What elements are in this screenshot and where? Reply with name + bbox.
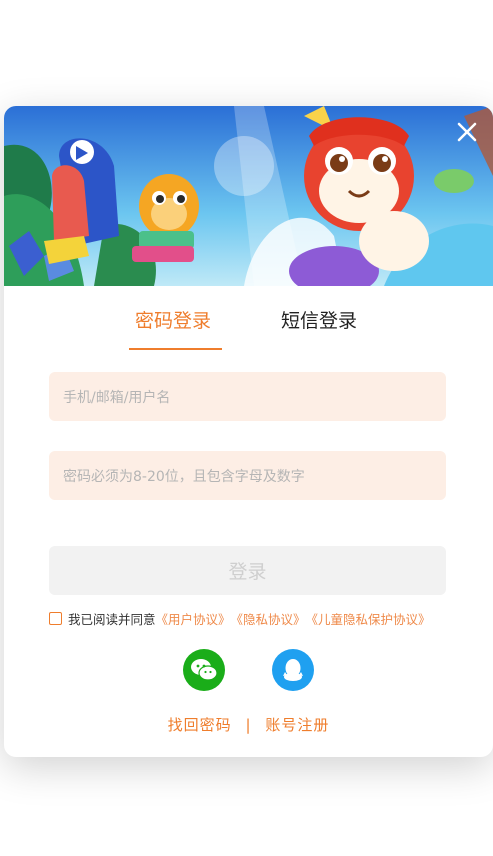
agreement-checkbox[interactable] xyxy=(49,611,62,625)
username-input[interactable]: 手机/邮箱/用户名 xyxy=(49,372,446,421)
tab-sms-login[interactable]: 短信登录 xyxy=(281,306,357,333)
banner-illustration xyxy=(4,106,493,286)
links-separator: | xyxy=(245,716,252,734)
privacy-agreement-link[interactable]: 《隐私协议》 xyxy=(231,609,306,628)
register-link[interactable]: 账号注册 xyxy=(265,716,329,734)
close-button[interactable] xyxy=(453,118,481,146)
qq-icon xyxy=(283,659,303,681)
agreement-row: 我已阅读并同意 《用户协议》 《隐私协议》 《儿童隐私保护协议》 xyxy=(49,608,431,628)
user-agreement-link[interactable]: 《用户协议》 xyxy=(156,609,231,628)
login-tabs: 密码登录 短信登录 xyxy=(4,306,493,356)
active-tab-indicator xyxy=(129,348,222,350)
wechat-login-button[interactable] xyxy=(183,649,225,691)
qq-login-button[interactable] xyxy=(272,649,314,691)
bottom-links: 找回密码 | 账号注册 xyxy=(4,714,493,735)
password-input[interactable]: 密码必须为8-20位，且包含字母及数字 xyxy=(49,451,446,500)
close-icon xyxy=(457,122,477,142)
child-privacy-link[interactable]: 《儿童隐私保护协议》 xyxy=(306,609,431,628)
forgot-password-link[interactable]: 找回密码 xyxy=(168,716,232,734)
tab-password-login[interactable]: 密码登录 xyxy=(135,306,211,333)
login-button[interactable]: 登录 xyxy=(49,546,446,595)
agreement-prefix: 我已阅读并同意 xyxy=(68,611,156,627)
wechat-icon xyxy=(191,659,218,681)
login-modal: 密码登录 短信登录 手机/邮箱/用户名 密码必须为8-20位，且包含字母及数字 … xyxy=(4,106,493,757)
